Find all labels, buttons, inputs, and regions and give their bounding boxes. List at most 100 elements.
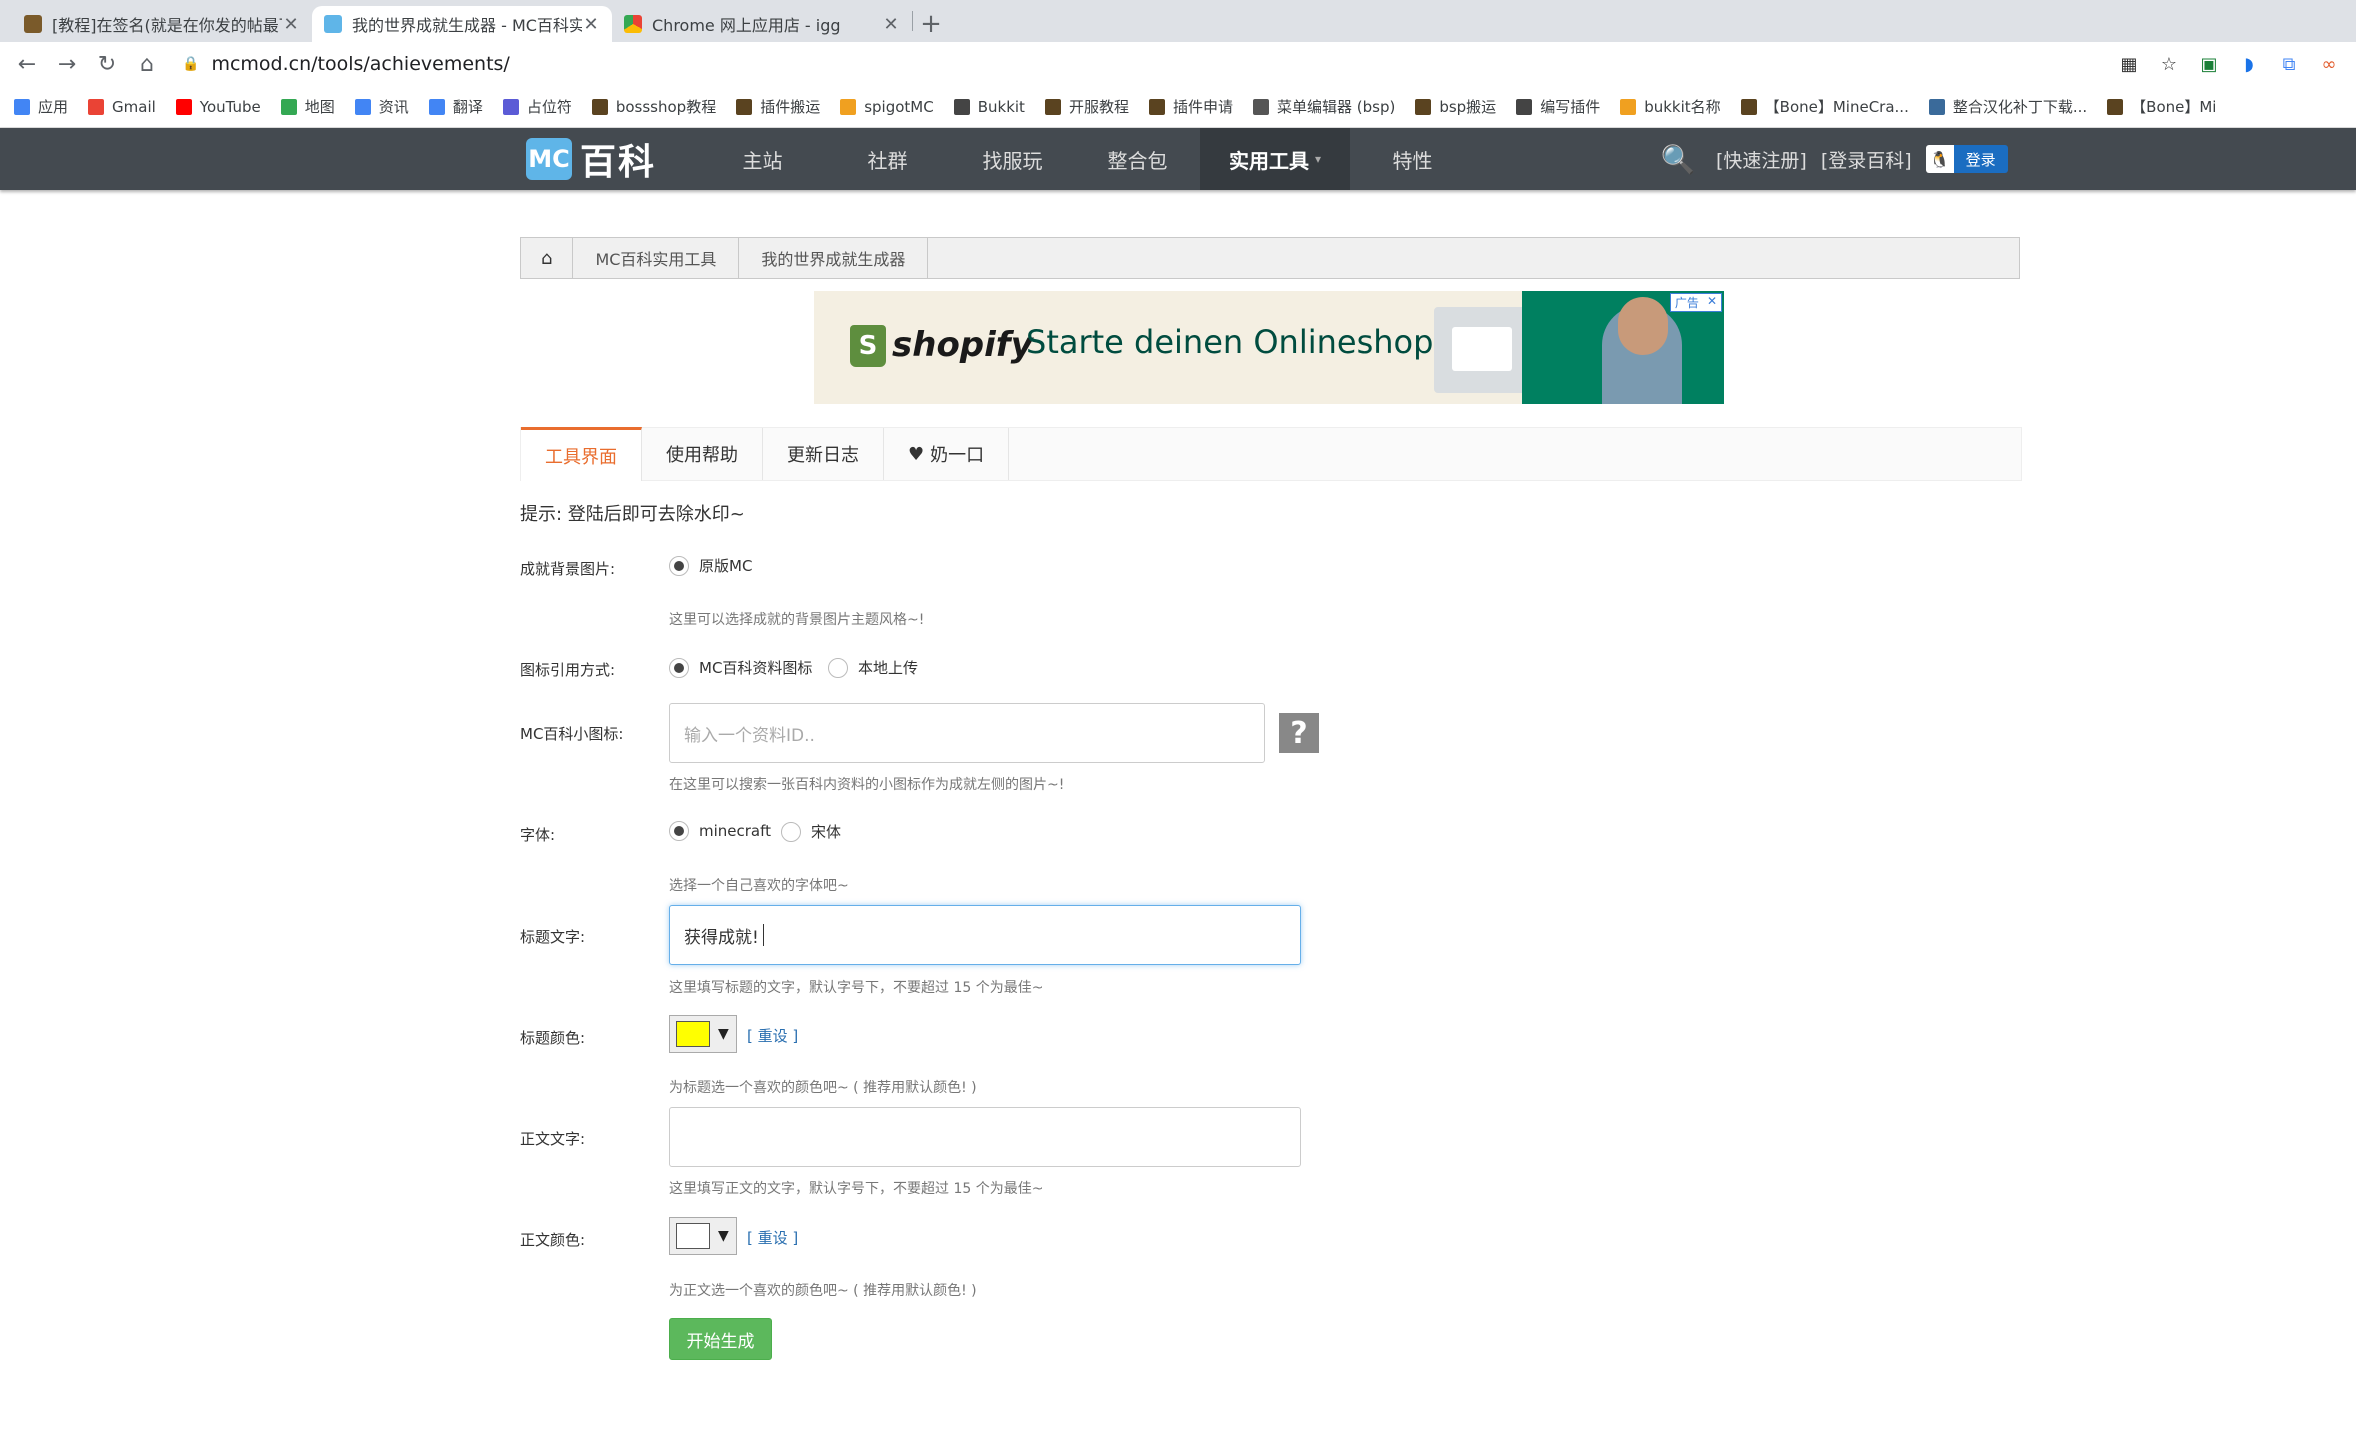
menu-label: 社群	[867, 148, 908, 173]
generate-button[interactable]: 开始生成	[669, 1318, 772, 1360]
new-tab-button[interactable]: +	[913, 6, 949, 42]
breadcrumb-item-tools[interactable]: MC百科实用工具	[573, 238, 740, 278]
ad-banner[interactable]: S shopify Starte deinen Onlineshop 广告 ✕	[814, 291, 1724, 404]
bookmark-label: spigotMC	[864, 97, 934, 116]
address-bar[interactable]: 🔒 mcmod.cn/tools/achievements/	[170, 47, 2106, 81]
font-option-minecraft[interactable]: minecraft	[669, 821, 771, 841]
title-text-input[interactable]: 获得成就!	[669, 905, 1301, 965]
bookmark-item[interactable]: Gmail	[88, 98, 156, 116]
home-icon[interactable]: ⌂	[521, 238, 574, 278]
close-icon[interactable]: ✕	[882, 14, 900, 35]
font-option-songti[interactable]: 宋体	[781, 821, 841, 842]
title-color-reset-link[interactable]: [ 重设 ]	[747, 1025, 798, 1046]
bookmark-item[interactable]: 【Bone】MineCra...	[1740, 96, 1909, 117]
browser-tab-2[interactable]: Chrome 网上应用店 - igg ✕	[612, 6, 912, 42]
mc-icon-hint: 在这里可以搜索一张百科内资料的小图标作为成就左侧的图片~!	[669, 777, 1065, 793]
bookmark-label: 地图	[304, 98, 335, 116]
extension-audio-icon[interactable]: ◗	[2232, 49, 2266, 79]
menu-item-servers[interactable]: 找服玩	[950, 128, 1075, 190]
search-icon[interactable]: 🔍	[1660, 141, 1696, 177]
radio-selected-icon	[669, 657, 689, 678]
body-text-hint: 这里填写正文的文字，默认字号下，不要超过 15 个为最佳~	[669, 1181, 1044, 1197]
help-button[interactable]: ?	[1279, 713, 1319, 753]
translate-icon[interactable]: ⧉	[2272, 49, 2306, 79]
background-hint: 这里可以选择成就的背景图片主题风格~!	[669, 612, 925, 628]
radio-label: 本地上传	[858, 659, 919, 677]
close-icon[interactable]: ✕	[582, 14, 600, 35]
ad-label[interactable]: 广告 ✕	[1669, 293, 1722, 312]
bookmark-item[interactable]: 占位符	[502, 96, 572, 117]
extension-infinity-icon[interactable]: ∞	[2312, 49, 2346, 79]
qq-login-label: 登录	[1953, 145, 2008, 173]
tab-donate[interactable]: ♥ 奶一口	[884, 428, 1010, 480]
menu-item-features[interactable]: 特性	[1350, 128, 1475, 190]
bookmark-icon	[840, 98, 857, 115]
radio-selected-icon	[669, 821, 689, 841]
watermark-tip: 提示: 登陆后即可去除水印~	[520, 504, 745, 525]
font-hint: 选择一个自己喜欢的字体吧~	[669, 878, 849, 894]
bookmark-item[interactable]: 地图	[280, 96, 335, 117]
bookmark-label: bukkit名称	[1644, 98, 1721, 116]
reload-icon[interactable]: ↻	[90, 47, 124, 81]
body-color-hint: 为正文选一个喜欢的颜色吧~ ( 推荐用默认颜色! )	[669, 1283, 977, 1299]
icon-source-option-mcmod[interactable]: MC百科资料图标	[669, 657, 812, 678]
menu-item-main[interactable]: 主站	[700, 128, 825, 190]
back-icon[interactable]: ←	[10, 47, 44, 81]
bookmark-item[interactable]: bsp搬运	[1415, 96, 1496, 117]
bookmark-item[interactable]: 插件搬运	[736, 96, 820, 117]
bookmark-item[interactable]: bossshop教程	[591, 96, 716, 117]
extension-on-icon[interactable]: ▣	[2192, 49, 2226, 79]
body-color-reset-link[interactable]: [ 重设 ]	[747, 1227, 798, 1248]
bookmark-item[interactable]: 插件申请	[1148, 96, 1233, 117]
body-text-input[interactable]	[669, 1107, 1301, 1167]
close-icon[interactable]: ✕	[282, 14, 300, 35]
tab-help[interactable]: 使用帮助	[642, 428, 763, 480]
bookmark-item[interactable]: YouTube	[175, 98, 261, 116]
mc-icon-id-input[interactable]: 输入一个资料ID..	[669, 703, 1265, 763]
radio-unselected-icon	[781, 821, 801, 842]
bookmark-item[interactable]: 整合汉化补丁下载...	[1928, 96, 2087, 117]
tab-changelog[interactable]: 更新日志	[763, 428, 884, 480]
menu-label: 实用工具	[1228, 148, 1309, 173]
bookmark-item[interactable]: 翻译	[428, 96, 483, 117]
bookmark-item[interactable]: bukkit名称	[1620, 96, 1721, 117]
chevron-down-icon: ▾	[1314, 152, 1322, 166]
color-swatch	[676, 1021, 710, 1047]
bookmark-item[interactable]: spigotMC	[840, 98, 934, 116]
ad-mockup-card	[1452, 327, 1512, 371]
bookmarks-bar: 应用 Gmail YouTube 地图 资讯 翻译 占位符 bossshop教程 插件搬运 spi…	[0, 86, 2356, 128]
body-color-picker[interactable]: ▼	[669, 1217, 737, 1255]
menu-item-modpacks[interactable]: 整合包	[1075, 128, 1200, 190]
bookmark-item[interactable]: 菜单编辑器 (bsp)	[1252, 96, 1395, 117]
home-icon[interactable]: ⌂	[130, 47, 164, 81]
icon-source-option-upload[interactable]: 本地上传	[828, 657, 918, 678]
menu-label: 找服玩	[982, 148, 1043, 173]
bookmark-item[interactable]: 应用	[14, 96, 68, 117]
site-logo[interactable]: MC 百科	[526, 138, 656, 183]
bookmark-item[interactable]: 资讯	[354, 96, 409, 117]
browser-toolbar: ← → ↻ ⌂ 🔒 mcmod.cn/tools/achievements/ ▦…	[0, 42, 2356, 86]
menu-item-tools[interactable]: 实用工具 ▾	[1200, 128, 1350, 190]
background-option-vanilla[interactable]: 原版MC	[669, 555, 752, 576]
color-swatch	[676, 1223, 710, 1249]
site-navbar: MC 百科 主站 社群 找服玩 整合包 实用工具 ▾ 特性 🔍 [快速注册] [登…	[0, 128, 2356, 190]
browser-tab-0[interactable]: [教程]在签名(就是在你发的帖最下 ✕	[12, 6, 312, 42]
bookmark-item[interactable]: 编写插件	[1516, 96, 1600, 117]
qq-login-button[interactable]: 🐧 登录	[1925, 145, 2008, 173]
tab-tool[interactable]: 工具界面	[521, 427, 642, 481]
bookmark-item[interactable]: 开服教程	[1044, 96, 1129, 117]
forward-icon[interactable]: →	[50, 47, 84, 81]
bookmark-item[interactable]: Bukkit	[953, 98, 1025, 116]
quick-register-link[interactable]: [快速注册]	[1716, 146, 1807, 173]
qr-code-icon[interactable]: ▦	[2112, 49, 2146, 79]
star-icon[interactable]: ☆	[2152, 49, 2186, 79]
menu-item-community[interactable]: 社群	[825, 128, 950, 190]
close-icon[interactable]: ✕	[1703, 294, 1721, 311]
browser-tab-1[interactable]: 我的世界成就生成器 - MC百科实 ✕	[312, 6, 612, 42]
breadcrumb-item-current[interactable]: 我的世界成就生成器	[739, 238, 929, 278]
bookmark-label: 开服教程	[1068, 98, 1129, 116]
bookmark-item[interactable]: 【Bone】Mi	[2107, 96, 2216, 117]
login-link[interactable]: [登录百科]	[1821, 146, 1912, 173]
breadcrumb: ⌂ MC百科实用工具 我的世界成就生成器	[520, 237, 2020, 279]
title-color-picker[interactable]: ▼	[669, 1015, 737, 1053]
